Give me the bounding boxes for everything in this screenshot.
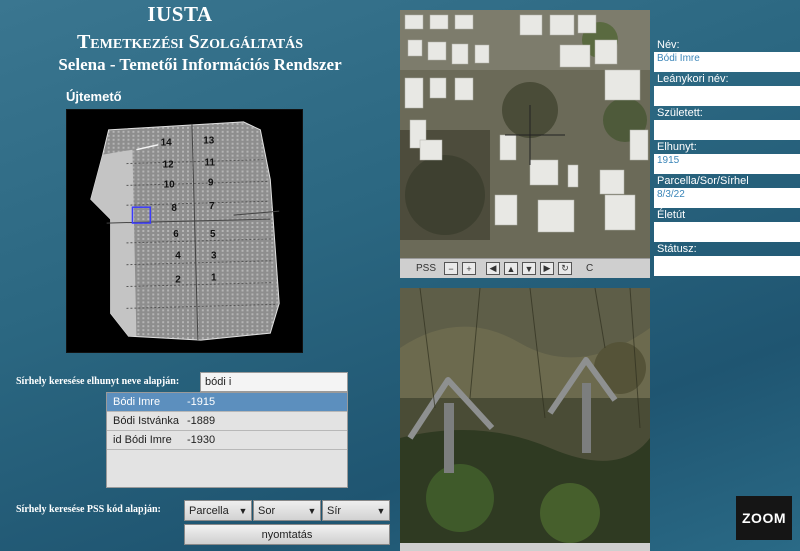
- pan-left-button[interactable]: ◀: [486, 262, 501, 275]
- zoom-out-button[interactable]: −: [444, 262, 459, 275]
- pss-toolbar-label: PSS: [416, 263, 437, 274]
- parcel-label[interactable]: 8: [171, 203, 177, 214]
- status-value: [654, 256, 800, 276]
- born-value: [654, 120, 800, 140]
- zoom-in-button[interactable]: +: [462, 262, 477, 275]
- parcel-dropdown[interactable]: Parcella ▼: [184, 500, 252, 521]
- pan-down-button[interactable]: ▼: [522, 262, 537, 275]
- parcel-label[interactable]: 14: [161, 138, 173, 149]
- pan-right-button[interactable]: ▶: [540, 262, 555, 275]
- parcel-dropdown-value: Parcella: [189, 504, 229, 517]
- photo-toolbar: [400, 543, 650, 551]
- name-label: Név:: [657, 39, 680, 51]
- born-label: Született:: [657, 107, 703, 119]
- aerial-photo[interactable]: [400, 10, 650, 258]
- company-name: Temetkezési Szolgáltatás: [76, 31, 304, 53]
- zoom-logo: ZOOM: [736, 496, 792, 540]
- result-year: -1930: [187, 434, 216, 446]
- row-dropdown[interactable]: Sor ▼: [253, 500, 321, 521]
- row-dropdown-value: Sor: [258, 504, 276, 517]
- parcel-label[interactable]: 13: [203, 136, 215, 147]
- name-search-input[interactable]: [200, 372, 348, 392]
- system-name: Selena - Temetői Információs Rendszer: [58, 55, 342, 74]
- died-value: 1915: [654, 154, 800, 174]
- life-path-label: Életút: [657, 209, 686, 221]
- c-toolbar-label: C: [586, 263, 594, 274]
- cemetery-left-area: [90, 149, 137, 337]
- name-value: Bódi Imre: [654, 52, 800, 72]
- result-row[interactable]: Bódi Imre -1915: [107, 393, 347, 412]
- print-button[interactable]: nyomtatás: [184, 524, 390, 545]
- parcel-label[interactable]: 12: [163, 160, 175, 171]
- parcel-label[interactable]: 6: [173, 229, 179, 240]
- grave-photo: [400, 288, 650, 543]
- parcel-label[interactable]: 2: [175, 275, 181, 286]
- grave-dropdown[interactable]: Sír ▼: [322, 500, 390, 521]
- result-year: -1915: [187, 396, 216, 408]
- cemetery-map[interactable]: 14 13 12 11 10 9 8 7 6 5 4 3 2 1: [66, 109, 303, 353]
- aerial-toolbar: PSS − + ◀ ▲ ▼ ▶ ↻ C: [400, 258, 650, 278]
- aerial-photo-image: [400, 10, 650, 258]
- result-name: Bódi Imre: [113, 396, 161, 408]
- chevron-down-icon: ▼: [307, 505, 317, 516]
- search-results-list[interactable]: Bódi Imre -1915 Bódi Istvánka -1889 id B…: [106, 392, 348, 488]
- parcel-label[interactable]: 10: [164, 179, 176, 190]
- result-row[interactable]: id Bódi Imre -1930: [107, 431, 347, 450]
- pss-code-label: Parcella/Sor/Sírhel: [657, 175, 749, 187]
- grave-photo-image: [400, 288, 650, 543]
- pss-code-value: 8/3/22: [654, 188, 800, 208]
- life-path-value: [654, 222, 800, 242]
- chevron-down-icon: ▼: [376, 505, 386, 516]
- parcel-label[interactable]: 3: [211, 251, 217, 262]
- died-label: Elhunyt:: [657, 141, 697, 153]
- parcel-label[interactable]: 5: [210, 229, 216, 240]
- app-title: IUSTA: [147, 2, 213, 26]
- cemetery-map-drawing: 14 13 12 11 10 9 8 7 6 5 4 3 2 1: [90, 121, 280, 341]
- result-name: Bódi Istvánka: [113, 415, 180, 427]
- refresh-button[interactable]: ↻: [558, 262, 573, 275]
- parcel-label[interactable]: 9: [208, 177, 214, 188]
- grave-dropdown-value: Sír: [327, 504, 342, 517]
- maiden-name-value: [654, 86, 800, 106]
- parcel-label[interactable]: 11: [205, 158, 216, 169]
- result-row[interactable]: Bódi Istvánka -1889: [107, 412, 347, 431]
- result-name: id Bódi Imre: [113, 434, 172, 446]
- status-label: Státusz:: [657, 243, 697, 255]
- parcel-label[interactable]: 1: [211, 273, 217, 284]
- parcel-label[interactable]: 4: [175, 251, 181, 262]
- pan-up-button[interactable]: ▲: [504, 262, 519, 275]
- grave-info-panel: Név: Bódi Imre Leánykori név: Született:…: [654, 38, 800, 276]
- name-search-label: Sírhely keresése elhunyt neve alapján:: [16, 376, 180, 387]
- result-year: -1889: [187, 415, 216, 427]
- maiden-name-label: Leánykori név:: [657, 73, 729, 85]
- parcel-label[interactable]: 7: [209, 201, 215, 212]
- cemetery-name: Újtemető: [66, 89, 122, 104]
- chevron-down-icon: ▼: [238, 505, 248, 516]
- pss-search-label: Sírhely keresése PSS kód alapján:: [16, 504, 161, 515]
